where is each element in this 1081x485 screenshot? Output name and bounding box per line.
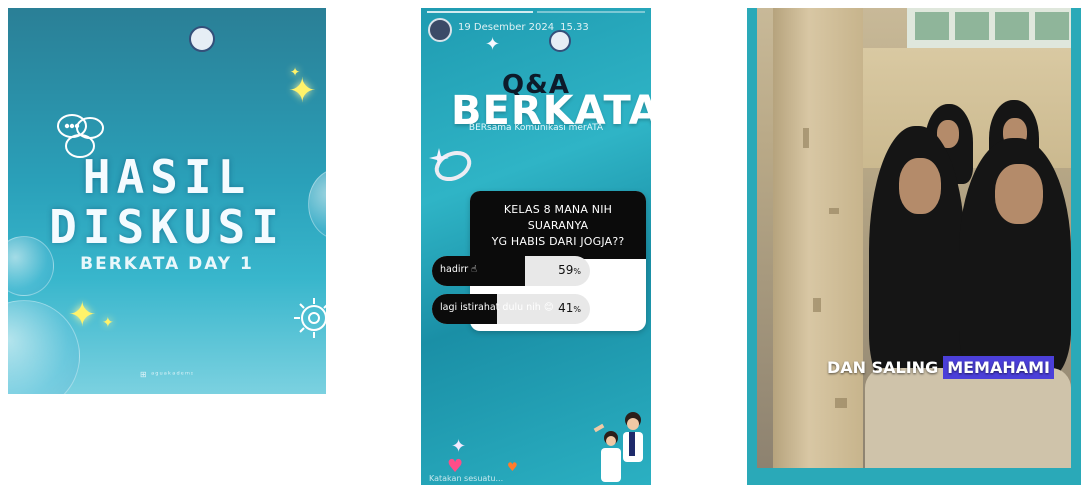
sparkle-icon: ✦ — [485, 34, 501, 55]
story-card-video-frame[interactable]: DAN SALING MEMAHAMI — [747, 8, 1081, 485]
reply-input[interactable]: Katakan sesuatu... — [429, 474, 503, 483]
story-card-hasil-diskusi[interactable]: ✦ ✦ ✦ ✦ HASIL DISKUSI BERKATA DAY 1 ⊞ ᵃᵍ… — [8, 8, 326, 394]
poll-question-line: KELAS 8 MANA NIH SUARANYA — [503, 203, 613, 232]
sparkle-icon: ✦ — [290, 65, 301, 79]
poll-question-line: YG HABIS DARI JOGJA?? — [491, 235, 625, 248]
sparkle-icon: ✦ — [102, 315, 114, 331]
sparkle-icon: ✦ — [68, 295, 97, 335]
title-line-1: HASIL — [82, 150, 252, 204]
avatar[interactable] — [428, 18, 452, 42]
pillar — [773, 8, 863, 468]
school-logo-icon — [549, 30, 571, 52]
poll-option[interactable]: hadirr ☝ 59% — [432, 256, 590, 286]
footer-handle: ⊞ ᵃᵍᵘᵃᵏᵃᵈᵉᵐᶦ — [139, 370, 195, 379]
gear-icon — [294, 298, 326, 338]
classroom-photo — [757, 8, 1071, 468]
desk — [865, 368, 1071, 468]
reaction-icon[interactable]: ♥ — [507, 460, 518, 474]
poll-option-label: hadirr ☝ — [440, 264, 477, 275]
students-illustration — [593, 412, 643, 482]
story-timestamp: 19 Desember 2024 15.33 — [458, 22, 589, 33]
ring-sparkle-icon — [429, 148, 472, 182]
poll-question: KELAS 8 MANA NIH SUARANYA YG HABIS DARI … — [470, 191, 646, 259]
sparkle-icon: ✦ — [451, 436, 467, 457]
story-progress-bar — [427, 11, 533, 13]
caption-highlight: MEMAHAMI — [943, 355, 1055, 379]
tagline: BERsama Komunikasi merATA — [468, 123, 604, 133]
subtitle: BERKATA DAY 1 — [80, 254, 254, 274]
story-progress-bar — [537, 11, 645, 13]
title-line-2: DISKUSI — [49, 200, 285, 254]
caption-text: DAN SALING — [827, 357, 939, 377]
video-caption: DAN SALING MEMAHAMI — [827, 354, 1055, 380]
story-card-qa-poll[interactable]: 19 Desember 202415.33 ✦ Q&A BERKATA ! BE… — [421, 8, 651, 485]
poll-option-label: lagi istirahat dulu nih 😊 — [440, 302, 554, 313]
window — [907, 8, 1071, 52]
poll-option-percent: 41% — [558, 301, 581, 315]
sparkle-icon: ✦ — [288, 71, 317, 111]
poll-option-percent: 59% — [558, 263, 581, 277]
school-logo-icon — [189, 26, 215, 52]
poll-option[interactable]: lagi istirahat dulu nih 😊 41% — [432, 294, 590, 324]
